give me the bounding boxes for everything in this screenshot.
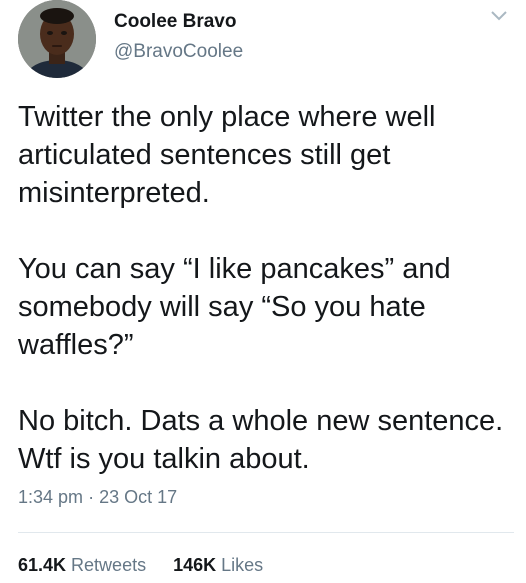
- tweet-text: Twitter the only place where well articu…: [18, 98, 518, 478]
- tweet-paragraph: No bitch. Dats a whole new sentence. Wtf…: [18, 405, 504, 475]
- retweets-label: Retweets: [71, 555, 147, 575]
- divider: [18, 532, 514, 533]
- tweet-date: 23 Oct 17: [99, 487, 178, 507]
- likes-count: 146K: [173, 555, 217, 575]
- chevron-down-icon[interactable]: [490, 10, 508, 22]
- tweet-paragraph: Twitter the only place where well articu…: [18, 101, 436, 209]
- retweets-count: 61.4K: [18, 555, 67, 575]
- avatar[interactable]: [18, 0, 96, 78]
- retweets-stat[interactable]: 61.4K Retweets: [18, 554, 146, 576]
- likes-stat[interactable]: 146K Likes: [173, 554, 263, 576]
- tweet-timestamp[interactable]: 1:34 pm · 23 Oct 17: [18, 486, 177, 508]
- tweet-card: Coolee Bravo @BravoCoolee Twitter the on…: [0, 0, 526, 583]
- likes-label: Likes: [221, 555, 264, 575]
- user-names: Coolee Bravo @BravoCoolee: [114, 10, 243, 64]
- tweet-header: Coolee Bravo @BravoCoolee: [18, 0, 516, 80]
- user-handle[interactable]: @BravoCoolee: [114, 40, 243, 64]
- display-name[interactable]: Coolee Bravo: [114, 10, 243, 34]
- tweet-paragraph: You can say “I like pancakes” and somebo…: [18, 253, 451, 361]
- avatar-image: [18, 0, 96, 78]
- timestamp-separator: ·: [88, 487, 95, 507]
- tweet-time: 1:34 pm: [18, 487, 84, 507]
- tweet-stats: 61.4K Retweets 146K Likes: [18, 554, 285, 576]
